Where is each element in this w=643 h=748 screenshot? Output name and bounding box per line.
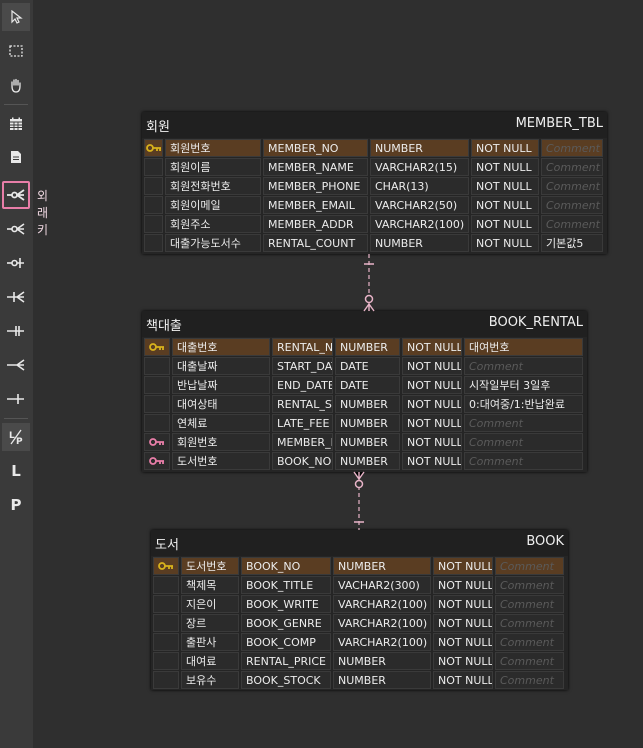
relation-rental-book[interactable] [353,471,365,530]
relation-member-rental[interactable] [363,254,375,312]
relationship-lines [353,254,375,530]
